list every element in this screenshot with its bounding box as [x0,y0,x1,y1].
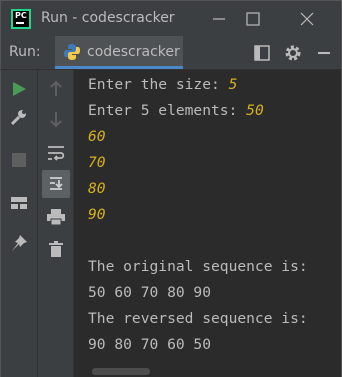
maximize-icon[interactable] [241,7,265,31]
title-bar: PC Run - codescracker [0,0,342,36]
output-text: 90 80 70 60 50 [88,336,212,353]
user-input-text: 80 [88,180,106,197]
stop-icon[interactable] [11,152,27,172]
logo-text: PC [15,11,27,20]
scroll-to-end-icon[interactable] [42,170,70,198]
output-text: The reversed sequence is: [88,310,308,327]
down-arrow-icon[interactable] [47,110,65,132]
console-output[interactable]: Enter the size: 5 Enter 5 elements: 50 6… [74,70,342,377]
layout-icon-2[interactable] [10,194,28,216]
run-tab-bar: Run: codescracker [0,36,342,70]
user-input-text: 90 [88,206,106,223]
user-input-text: 5 [228,76,238,93]
console-line: 90 [88,206,106,232]
hide-minus-icon[interactable] [315,44,333,66]
print-icon[interactable] [46,208,66,230]
console-line: The original sequence is: [88,258,308,284]
output-text: Enter 5 elements: [88,102,247,119]
console-line: 80 [88,180,106,206]
console-line: 50 60 70 80 90 [88,284,211,310]
minimize-icon[interactable] [207,7,231,31]
rerun-play-icon[interactable] [10,80,28,102]
user-input-text: 60 [88,128,106,145]
console-toolbar [38,70,74,377]
pycharm-logo: PC [11,9,31,29]
console-line: 70 [88,154,106,180]
console-line: Enter 5 elements: 50 [88,102,264,128]
window-title: Run - codescracker [41,10,175,26]
run-label: Run: [9,44,41,60]
output-text: Enter the size: [88,76,229,93]
output-text: 50 60 70 80 90 [88,284,212,301]
console-line: 60 [88,128,106,154]
pin-icon[interactable] [10,234,28,256]
left-toolbar [0,70,38,377]
soft-wrap-icon[interactable] [46,144,66,166]
console-line: 90 80 70 60 50 [88,336,211,362]
up-arrow-icon[interactable] [47,80,65,102]
console-line: Enter the size: 5 [88,76,237,102]
wrench-icon[interactable] [10,108,28,130]
layout-icon[interactable] [253,44,271,66]
user-input-text: 50 [246,102,264,119]
settings-gear-icon[interactable] [283,43,303,67]
close-icon[interactable] [295,7,319,31]
tab-label: codescracker [87,44,180,60]
horizontal-scrollbar[interactable] [92,368,150,375]
tab-codescracker[interactable]: codescracker [55,36,183,69]
trash-icon[interactable] [47,240,65,262]
output-text: The original sequence is: [88,258,308,275]
python-icon [63,43,81,65]
console-line: The reversed sequence is: [88,310,308,336]
user-input-text: 70 [88,154,106,171]
